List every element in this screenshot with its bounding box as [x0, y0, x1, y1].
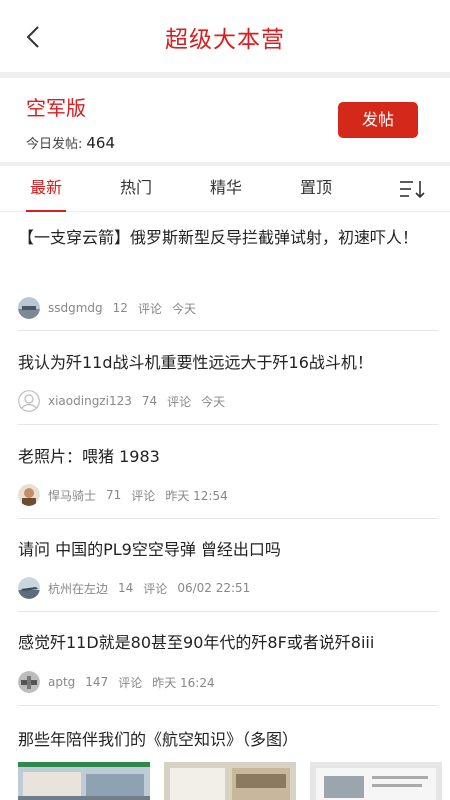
post-meta: xiaodingzi123 74 评论 今天 [18, 390, 235, 412]
post-meta: ssdgmdg 12 评论 今天 [18, 297, 206, 319]
avatar[interactable] [18, 577, 40, 599]
tab-pinned[interactable]: 置顶 [296, 166, 336, 212]
comment-label: 评论 [143, 581, 168, 596]
post-author: 悍马骑士 [48, 488, 97, 503]
post-thumbnails [18, 762, 442, 800]
post-author: xiaodingzi123 [48, 394, 132, 408]
forum-name: 空军版 [26, 96, 86, 120]
post-time: 昨天 12:54 [165, 488, 228, 503]
tab-bar: 最新 热门 精华 置顶 [0, 166, 450, 212]
page-title: 超级大本营 [165, 27, 285, 53]
today-count: 464 [86, 134, 116, 152]
comment-count: 71 [106, 488, 122, 502]
comment-label: 评论 [131, 488, 156, 503]
post-meta: aptg 147 评论 昨天 16:24 [18, 671, 225, 693]
thumbnail-image[interactable] [18, 762, 150, 800]
thumbnail-image[interactable] [310, 762, 442, 800]
forum-header: 空军版 今日发帖: 464 发帖 [0, 78, 450, 162]
post-author: 杭州在左边 [48, 581, 109, 596]
comment-count: 74 [141, 394, 158, 408]
post-meta: 悍马骑士 71 评论 昨天 12:54 [18, 484, 238, 506]
list-item[interactable]: 请问 中国的PL9空空导弹 曾经出口吗 杭州在左边 14 评论 06/02 22… [18, 519, 438, 612]
today-label: 今日发帖: [26, 137, 83, 152]
list-item[interactable]: 【一支穿云箭】俄罗斯新型反导拦截弹试射，初速吓人！ ssdgmdg 12 评论 … [18, 224, 438, 331]
post-title[interactable]: 请问 中国的PL9空空导弹 曾经出口吗 [18, 519, 438, 563]
post-button[interactable]: 发帖 [338, 102, 418, 138]
post-title[interactable]: 感觉歼11D就是80甚至90年代的歼8F或者说歼8iii [18, 612, 438, 656]
list-item[interactable]: 我认为歼11d战斗机重要性远远大于歼16战斗机！ xiaodingzi123 7… [18, 331, 438, 425]
tab-latest[interactable]: 最新 [26, 166, 66, 212]
comment-count: 147 [85, 675, 109, 689]
post-title[interactable]: 我认为歼11d战斗机重要性远远大于歼16战斗机！ [18, 331, 438, 376]
avatar[interactable] [18, 390, 40, 412]
post-time: 今天 [171, 301, 196, 316]
tab-featured[interactable]: 精华 [206, 166, 246, 212]
post-author: ssdgmdg [48, 301, 103, 315]
thumbnail-image[interactable] [164, 762, 296, 800]
post-time: 今天 [201, 394, 226, 409]
list-item[interactable]: 老照片：喂猪 1983 悍马骑士 71 评论 昨天 12:54 [18, 425, 438, 519]
sort-icon[interactable] [398, 178, 426, 200]
list-item[interactable]: 感觉歼11D就是80甚至90年代的歼8F或者说歼8iii aptg 147 评论… [18, 612, 438, 706]
post-meta: 杭州在左边 14 评论 06/02 22:51 [18, 577, 260, 599]
top-bar: 超级大本营 [0, 0, 450, 72]
comment-label: 评论 [167, 394, 192, 409]
tab-hot[interactable]: 热门 [116, 166, 156, 212]
post-title[interactable]: 那些年陪伴我们的《航空知识》（多图） [18, 706, 438, 753]
avatar[interactable] [18, 484, 40, 506]
post-time: 昨天 16:24 [152, 675, 215, 690]
post-title[interactable]: 【一支穿云箭】俄罗斯新型反导拦截弹试射，初速吓人！ [18, 224, 438, 251]
avatar[interactable] [18, 671, 40, 693]
comment-label: 评论 [137, 301, 162, 316]
post-author: aptg [48, 675, 76, 689]
list-item[interactable]: 那些年陪伴我们的《航空知识》（多图） [18, 706, 442, 800]
avatar[interactable] [18, 297, 40, 319]
post-time: 06/02 22:51 [177, 581, 251, 595]
comment-count: 12 [112, 301, 128, 315]
comment-label: 评论 [118, 675, 143, 690]
post-title[interactable]: 老照片：喂猪 1983 [18, 425, 438, 470]
today-post-count: 今日发帖: 464 [26, 133, 115, 152]
comment-count: 14 [118, 581, 134, 595]
